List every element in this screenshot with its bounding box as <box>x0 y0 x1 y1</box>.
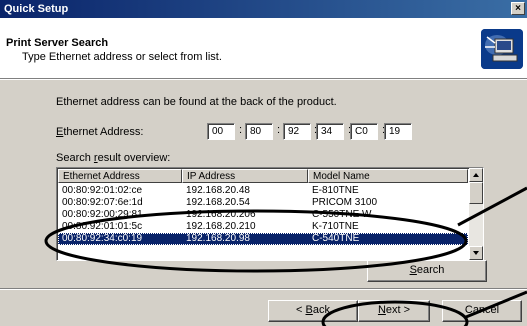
cell-model: C-540TNE <box>312 233 360 244</box>
footer-separator-highlight <box>0 289 527 290</box>
next-accesskey: N <box>377 304 386 316</box>
cell-ethernet: 00:80:92:00:29:81 <box>62 209 143 220</box>
search-result-list[interactable]: Ethernet Address IP Address Model Name 0… <box>56 167 484 261</box>
back-button[interactable]: < Back <box>268 300 358 322</box>
scroll-up-button[interactable] <box>469 168 483 182</box>
title-bar: Quick Setup × <box>0 0 527 18</box>
cell-model: C-550TNE W <box>312 209 372 220</box>
search-button-label: earch <box>416 264 445 276</box>
close-button[interactable]: × <box>511 2 525 15</box>
back-label-b: ack <box>312 304 330 316</box>
wizard-header: Print Server Search Type Ethernet addres… <box>0 18 527 79</box>
ethernet-address-label: Ethernet Address: <box>56 126 143 138</box>
cell-ethernet: 00:80:92:01:01:5c <box>62 221 143 232</box>
cell-ip: 192.168.20.48 <box>186 185 250 196</box>
cell-ethernet: 00:80:92:07:6e:1d <box>62 197 143 208</box>
list-item[interactable]: 00:80:92:07:6e:1d 192.168.20.54 PRICOM 3… <box>58 197 468 209</box>
arrow-down-icon <box>473 251 479 255</box>
column-header-ethernet[interactable]: Ethernet Address <box>58 169 182 183</box>
mac-octet-5-input[interactable]: C0 <box>350 123 378 140</box>
search-result-label: Search result overview: <box>56 152 170 164</box>
list-scrollbar[interactable] <box>469 168 483 260</box>
search-result-label-b: esult overview: <box>97 152 171 164</box>
mac-separator: : <box>239 124 243 136</box>
arrow-up-icon <box>473 173 479 177</box>
search-result-label-a: Search <box>56 152 94 164</box>
mac-octet-1-input[interactable]: 00 <box>207 123 235 140</box>
column-header-model[interactable]: Model Name <box>308 169 468 183</box>
mac-separator: : <box>277 124 281 136</box>
header-subtitle: Type Ethernet address or select from lis… <box>22 51 222 63</box>
mac-octet-3-input[interactable]: 92 <box>283 123 311 140</box>
next-button-label: ext > <box>385 304 411 316</box>
cell-ip: 192.168.20.210 <box>186 221 256 232</box>
cell-ethernet: 00:80:92:01:02:ce <box>62 185 143 196</box>
search-accesskey: S <box>409 264 417 276</box>
back-label-a: < <box>296 304 306 316</box>
cell-model: PRICOM 3100 <box>312 197 378 208</box>
cell-ethernet: 00:80:92:34:c0:19 <box>62 233 143 244</box>
header-separator <box>0 79 527 80</box>
column-header-ip[interactable]: IP Address <box>182 169 308 183</box>
ethernet-label-text: thernet Address: <box>63 126 144 138</box>
cell-ip: 192.168.20.206 <box>186 209 256 220</box>
scroll-thumb[interactable] <box>469 182 483 204</box>
back-accesskey: B <box>305 304 313 316</box>
list-item[interactable]: 00:80:92:01:01:5c 192.168.20.210 K-710TN… <box>58 221 468 233</box>
search-button[interactable]: Search <box>367 260 487 282</box>
header-title: Print Server Search <box>6 37 109 49</box>
scroll-down-button[interactable] <box>469 246 483 260</box>
mac-octet-6-input[interactable]: 19 <box>384 123 412 140</box>
cell-model: K-710TNE <box>312 221 359 232</box>
mac-octet-2-input[interactable]: 80 <box>245 123 273 140</box>
next-button[interactable]: Next > <box>358 300 430 322</box>
network-computer-icon <box>481 29 523 69</box>
cell-ip: 192.168.20.54 <box>186 197 250 208</box>
mac-octet-4-input[interactable]: 34 <box>316 123 344 140</box>
cell-model: E-810TNE <box>312 185 359 196</box>
list-item[interactable]: 00:80:92:00:29:81 192.168.20.206 C-550TN… <box>58 209 468 221</box>
cancel-button[interactable]: Cancel <box>442 300 522 322</box>
list-item-selected[interactable]: 00:80:92:34:c0:19 192.168.20.98 C-540TNE <box>58 233 468 245</box>
window-title: Quick Setup <box>4 3 69 15</box>
cell-ip: 192.168.20.98 <box>186 233 250 244</box>
list-item[interactable]: 00:80:92:01:02:ce 192.168.20.48 E-810TNE <box>58 185 468 197</box>
info-text: Ethernet address can be found at the bac… <box>56 96 337 108</box>
